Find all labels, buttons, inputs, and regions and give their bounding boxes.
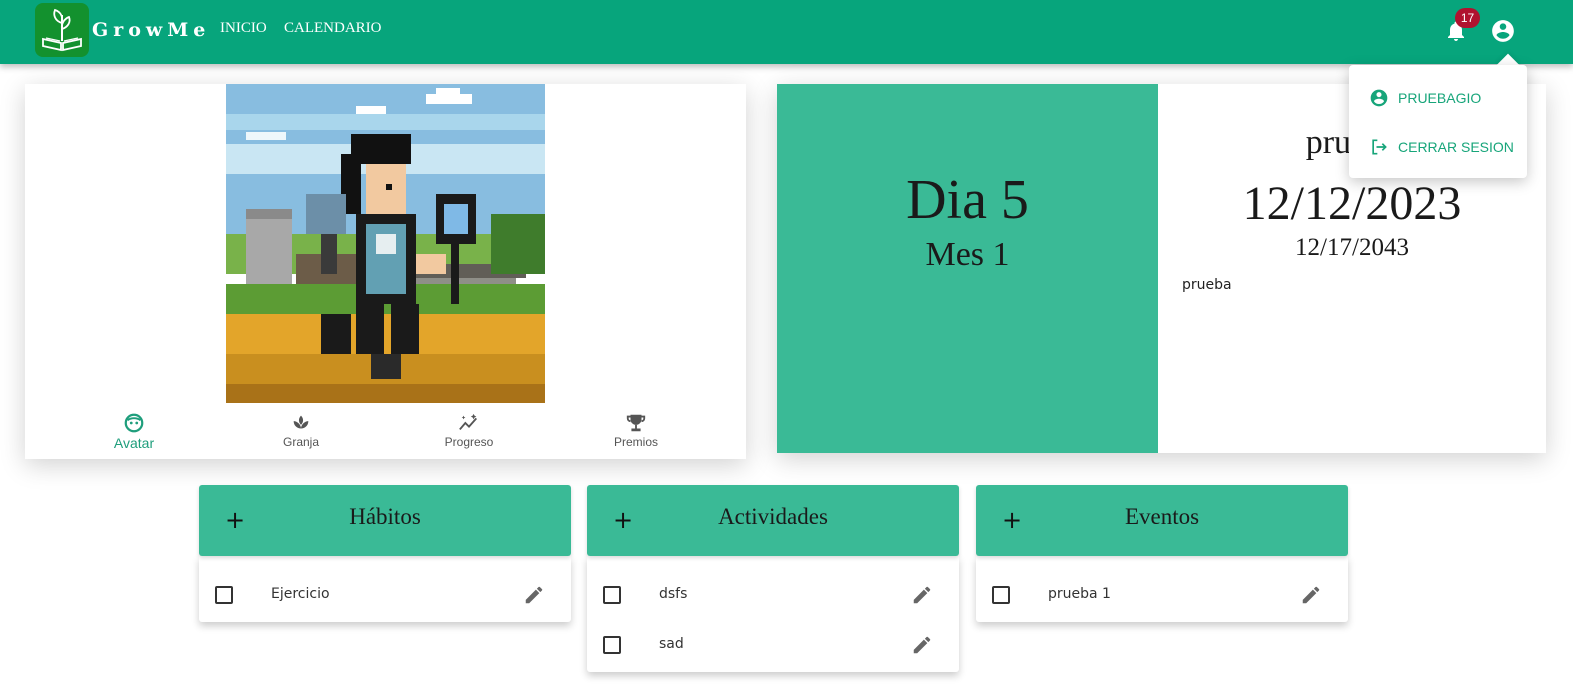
avatar-image	[226, 84, 545, 403]
book-plant-logo-icon	[42, 8, 82, 52]
actividades-list: dsfs sad	[587, 556, 959, 672]
notification-count-badge: 17	[1455, 8, 1480, 28]
account-circle-icon[interactable]	[1490, 18, 1516, 44]
eventos-card: + Eventos prueba 1	[976, 485, 1348, 622]
eventos-header: + Eventos	[976, 485, 1348, 556]
chart-sparkle-icon	[459, 413, 478, 431]
habitos-card: + Hábitos Ejercicio	[199, 485, 571, 622]
habito-label: Ejercicio	[271, 586, 330, 602]
actividades-title: Actividades	[718, 504, 828, 529]
menu-item-logout[interactable]: CERRAR SESION	[1369, 135, 1514, 159]
month-counter: Mes 1	[925, 236, 1010, 273]
menu-item-logout-label: CERRAR SESION	[1398, 139, 1514, 155]
tab-granja-label: Granja	[282, 435, 320, 449]
edit-pencil-icon[interactable]	[523, 584, 545, 606]
actividad-label: dsfs	[659, 586, 688, 602]
tab-premios-label: Premios	[613, 435, 658, 449]
list-item: Ejercicio	[199, 572, 571, 622]
tab-progreso-label: Progreso	[444, 435, 494, 449]
face-icon	[124, 413, 144, 433]
habitos-header: + Hábitos	[199, 485, 571, 556]
calendar-description: prueba	[1182, 277, 1232, 293]
evento-checkbox[interactable]	[992, 586, 1010, 604]
actividades-card: + Actividades dsfs sad	[587, 485, 959, 672]
edit-pencil-icon[interactable]	[911, 634, 933, 656]
tab-granja[interactable]: Granja	[241, 412, 361, 449]
actividad-checkbox[interactable]	[603, 636, 621, 654]
eventos-title: Eventos	[1124, 504, 1200, 529]
edit-pencil-icon[interactable]	[1300, 584, 1322, 606]
day-counter: Dia 5	[906, 169, 1029, 231]
pixel-avatar-farm-illustration	[226, 84, 545, 403]
brand-name: GrowMe	[92, 19, 211, 41]
menu-item-profile-label: PRUEBAGIO	[1398, 90, 1482, 106]
avatar-card: Avatar Granja Progreso Premios	[25, 84, 746, 459]
list-item: sad	[587, 622, 959, 672]
actividad-checkbox[interactable]	[603, 586, 621, 604]
menu-item-profile[interactable]: PRUEBAGIO	[1369, 86, 1481, 110]
habito-checkbox[interactable]	[215, 586, 233, 604]
nav-inicio[interactable]: INICIO	[220, 20, 267, 37]
plant-icon	[293, 415, 309, 429]
habitos-title: Hábitos	[349, 504, 421, 529]
list-item: prueba 1	[976, 572, 1348, 622]
edit-pencil-icon[interactable]	[911, 584, 933, 606]
tab-avatar-label: Avatar	[113, 435, 155, 451]
logout-icon	[1372, 139, 1387, 155]
list-item: dsfs	[587, 572, 959, 622]
trophy-icon	[626, 414, 646, 432]
growme-logo[interactable]	[35, 3, 89, 57]
avatar-tabs: Avatar Granja Progreso Premios	[25, 406, 746, 459]
start-date: 12/12/2023	[1242, 177, 1462, 230]
end-date: 12/17/2043	[1295, 234, 1409, 261]
day-panel: Dia 5 Mes 1	[777, 84, 1158, 453]
actividad-label: sad	[659, 636, 684, 652]
tab-premios[interactable]: Premios	[576, 412, 696, 449]
nav-calendario[interactable]: CALENDARIO	[284, 20, 382, 37]
account-menu: PRUEBAGIO CERRAR SESION	[1349, 65, 1527, 178]
account-circle-icon	[1370, 89, 1388, 107]
habitos-list: Ejercicio	[199, 556, 571, 622]
tab-avatar[interactable]: Avatar	[74, 412, 194, 451]
tab-progreso[interactable]: Progreso	[409, 412, 529, 449]
evento-label: prueba 1	[1048, 586, 1111, 602]
eventos-list: prueba 1	[976, 556, 1348, 622]
top-app-bar: GrowMe INICIO CALENDARIO 17	[0, 0, 1573, 64]
actividades-header: + Actividades	[587, 485, 959, 556]
